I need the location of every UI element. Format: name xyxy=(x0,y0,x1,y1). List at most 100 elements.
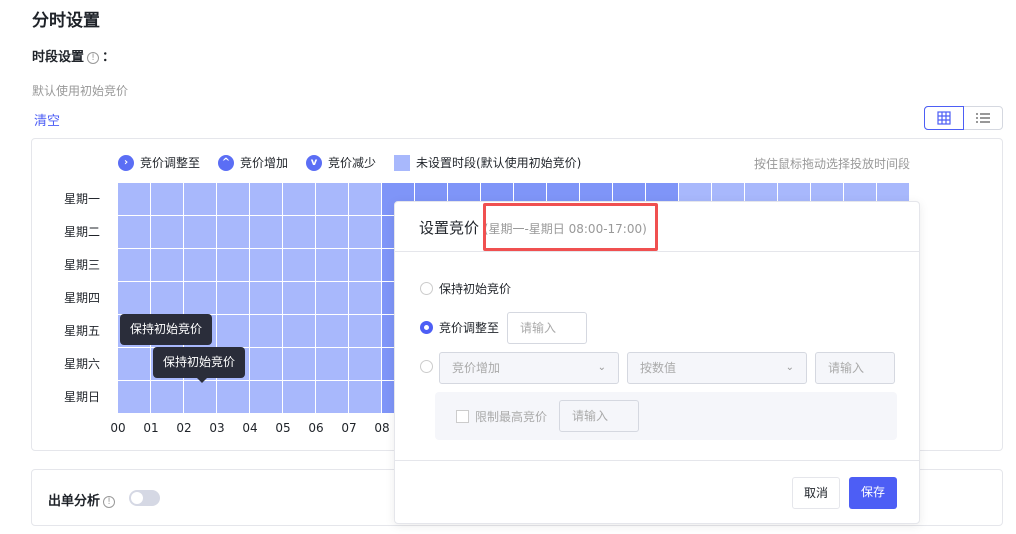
info-icon[interactable]: ! xyxy=(87,52,100,64)
schedule-cell[interactable] xyxy=(349,282,381,314)
schedule-cell[interactable] xyxy=(250,315,282,347)
schedule-cell[interactable] xyxy=(283,216,315,248)
mode-select-value: 竞价增加 xyxy=(452,361,501,375)
hour-label: 01 xyxy=(143,421,159,435)
schedule-cell[interactable] xyxy=(151,183,183,215)
day-label: 星期日 xyxy=(64,390,101,404)
schedule-cell[interactable] xyxy=(283,348,315,380)
schedule-cell[interactable] xyxy=(283,249,315,281)
schedule-cell[interactable] xyxy=(316,216,348,248)
schedule-cell[interactable] xyxy=(151,216,183,248)
schedule-cell[interactable] xyxy=(316,249,348,281)
schedule-cell[interactable] xyxy=(250,348,282,380)
schedule-cell[interactable] xyxy=(283,282,315,314)
schedule-cell[interactable] xyxy=(184,249,216,281)
schedule-cell[interactable] xyxy=(250,249,282,281)
schedule-cell[interactable] xyxy=(349,315,381,347)
schedule-cell[interactable] xyxy=(118,381,150,413)
schedule-cell[interactable] xyxy=(151,282,183,314)
schedule-cell[interactable] xyxy=(283,183,315,215)
schedule-cell[interactable] xyxy=(283,381,315,413)
schedule-cell[interactable] xyxy=(184,216,216,248)
hour-label: 06 xyxy=(308,421,324,435)
chevron-right-icon: › xyxy=(118,154,134,171)
radio-change[interactable] xyxy=(420,360,433,373)
order-analysis-toggle[interactable] xyxy=(129,490,160,506)
legend-adjust: › 竞价调整至 xyxy=(118,154,200,171)
day-label: 星期六 xyxy=(64,357,101,371)
schedule-cell[interactable] xyxy=(217,216,249,248)
schedule-cell[interactable] xyxy=(349,249,381,281)
radio-keep[interactable] xyxy=(420,282,433,295)
schedule-cell[interactable] xyxy=(316,282,348,314)
schedule-cell[interactable] xyxy=(283,315,315,347)
section-label: 时段设置!： xyxy=(32,46,115,65)
schedule-cell[interactable] xyxy=(217,315,249,347)
schedule-cell[interactable] xyxy=(118,249,150,281)
option-adjust[interactable]: 竞价调整至 xyxy=(420,319,499,336)
limit-input[interactable]: 请输入 xyxy=(559,400,639,432)
schedule-cell[interactable] xyxy=(349,183,381,215)
page-title: 分时设置 xyxy=(32,11,100,31)
list-view-button[interactable] xyxy=(964,107,1002,129)
schedule-cell[interactable] xyxy=(184,183,216,215)
option-change[interactable] xyxy=(420,360,433,376)
unset-swatch xyxy=(394,154,410,171)
hour-label: 08 xyxy=(374,421,390,435)
tooltip: 保持初始竞价 xyxy=(120,314,213,345)
grid-view-button[interactable] xyxy=(924,106,964,130)
mode-select[interactable]: 竞价增加 ⌄ xyxy=(439,352,619,384)
day-label: 星期二 xyxy=(64,225,101,239)
clear-link[interactable]: 清空 xyxy=(34,110,60,129)
schedule-cell[interactable] xyxy=(118,216,150,248)
hour-label: 04 xyxy=(242,421,258,435)
schedule-cell[interactable] xyxy=(217,381,249,413)
legend-label: 竞价增加 xyxy=(240,156,289,170)
limit-checkbox[interactable]: 限制最高竞价 xyxy=(456,408,547,425)
schedule-cell[interactable] xyxy=(316,315,348,347)
day-label: 星期一 xyxy=(64,192,101,206)
schedule-cell[interactable] xyxy=(217,183,249,215)
checkbox[interactable] xyxy=(456,410,469,423)
legend-label: 竞价调整至 xyxy=(140,156,201,170)
schedule-cell[interactable] xyxy=(217,282,249,314)
default-hint: 默认使用初始竞价 xyxy=(32,84,129,98)
save-button[interactable]: 保存 xyxy=(849,477,897,509)
legend-increase: ^ 竞价增加 xyxy=(218,154,288,171)
schedule-cell[interactable] xyxy=(184,282,216,314)
schedule-cell[interactable] xyxy=(250,216,282,248)
schedule-cell[interactable] xyxy=(151,249,183,281)
dialog-title: 设置竞价 xyxy=(419,219,480,237)
schedule-cell[interactable] xyxy=(316,381,348,413)
order-analysis-title: 出单分析 xyxy=(48,494,101,509)
info-icon[interactable]: ! xyxy=(103,496,116,508)
section-title: 时段设置 xyxy=(32,50,85,65)
schedule-cell[interactable] xyxy=(250,381,282,413)
schedule-cell[interactable] xyxy=(349,348,381,380)
schedule-cell[interactable] xyxy=(250,282,282,314)
option-keep[interactable]: 保持初始竞价 xyxy=(420,280,511,297)
schedule-cell[interactable] xyxy=(250,183,282,215)
order-analysis-label: 出单分析! xyxy=(48,490,118,509)
schedule-cell[interactable] xyxy=(349,381,381,413)
schedule-cell[interactable] xyxy=(118,348,150,380)
highlight-box xyxy=(483,203,658,251)
schedule-cell[interactable] xyxy=(217,249,249,281)
unit-select[interactable]: 按数值 ⌄ xyxy=(627,352,807,384)
list-icon xyxy=(976,113,990,123)
chevron-down-icon: ⌄ xyxy=(785,362,794,373)
legend-label: 未设置时段(默认使用初始竞价) xyxy=(416,156,582,170)
cancel-button[interactable]: 取消 xyxy=(792,477,840,509)
schedule-cell[interactable] xyxy=(184,381,216,413)
schedule-cell[interactable] xyxy=(316,348,348,380)
change-value-input[interactable]: 请输入 xyxy=(815,352,895,384)
radio-adjust[interactable] xyxy=(420,321,433,334)
view-switch xyxy=(924,106,1003,130)
schedule-cell[interactable] xyxy=(118,282,150,314)
day-label: 星期五 xyxy=(64,324,101,338)
schedule-cell[interactable] xyxy=(349,216,381,248)
schedule-cell[interactable] xyxy=(316,183,348,215)
adjust-input[interactable]: 请输入 xyxy=(507,312,587,344)
schedule-cell[interactable] xyxy=(151,381,183,413)
schedule-cell[interactable] xyxy=(118,183,150,215)
